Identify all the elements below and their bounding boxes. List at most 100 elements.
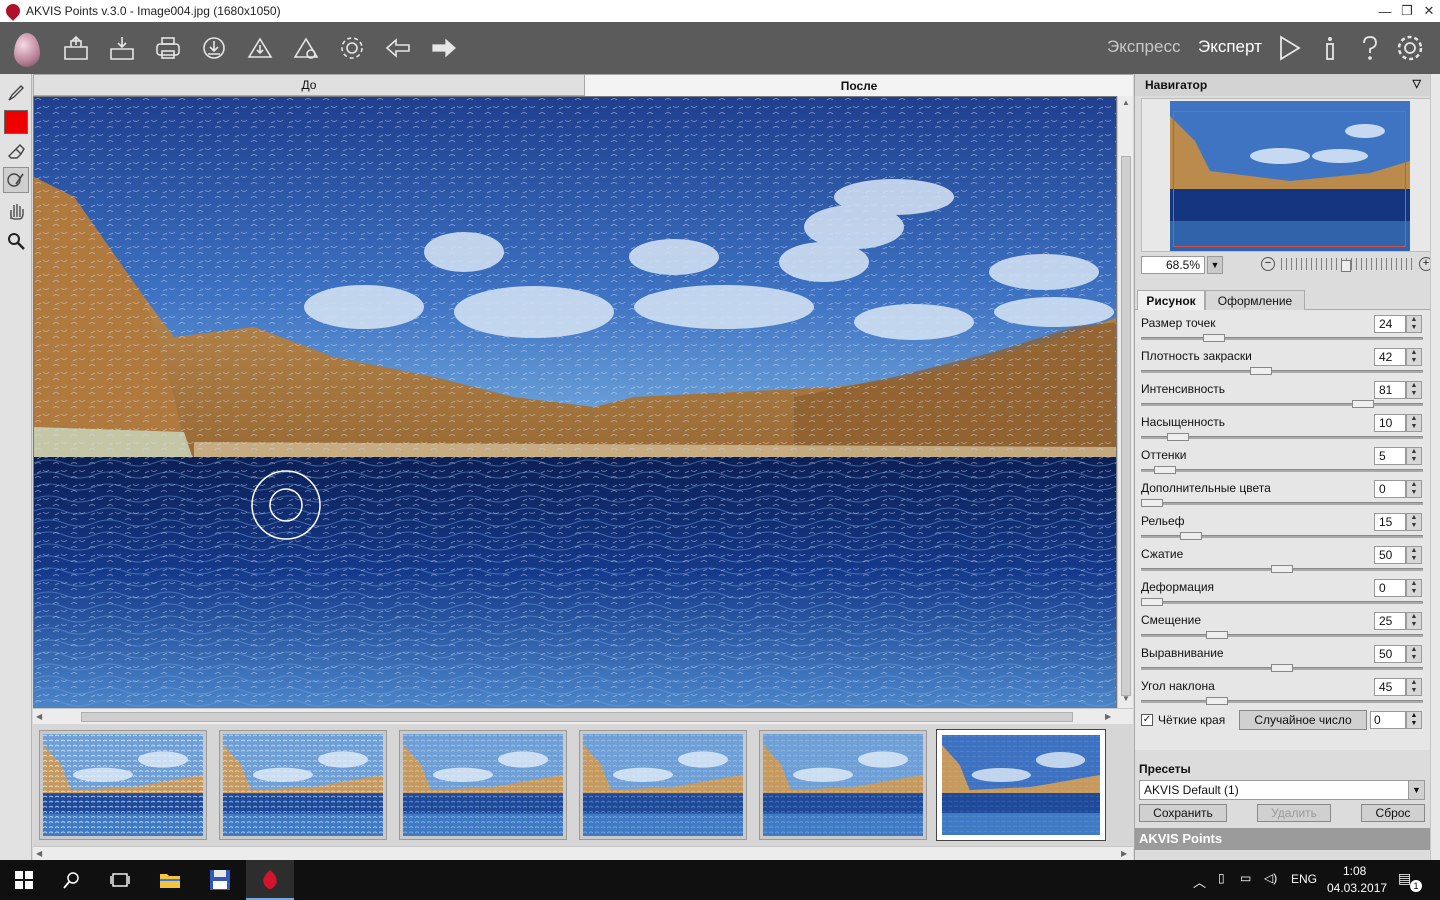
batch-settings-icon[interactable] [330, 26, 374, 70]
param-slider[interactable] [1141, 601, 1423, 604]
param-value-field[interactable]: 81 [1374, 381, 1406, 399]
akvis-points-app-icon[interactable] [246, 860, 294, 900]
param-slider[interactable] [1141, 370, 1423, 373]
navigator-view-frame[interactable] [1173, 111, 1406, 247]
param-spinner[interactable]: ▲ ▼ [1406, 315, 1422, 333]
restore-button[interactable]: ❐ [1396, 0, 1418, 22]
param-value-field[interactable]: 25 [1374, 612, 1406, 630]
zoom-icon[interactable] [3, 228, 29, 254]
param-slider-thumb[interactable] [1206, 697, 1228, 705]
navigator-preview[interactable] [1141, 98, 1433, 252]
param-value-field[interactable]: 15 [1374, 513, 1406, 531]
zoom-dropdown-icon[interactable]: ▼ [1207, 256, 1223, 274]
delete-preset-button[interactable]: Удалить [1257, 804, 1331, 822]
tray-date[interactable]: 04.03.2017 [1327, 881, 1387, 895]
strip-scrollbar[interactable]: ◀ ▶ [33, 846, 1133, 860]
param-spinner[interactable]: ▲ ▼ [1406, 546, 1422, 564]
param-value-field[interactable]: 10 [1374, 414, 1406, 432]
zoom-out-icon[interactable]: − [1261, 257, 1275, 271]
eraser-icon[interactable] [3, 138, 29, 164]
param-slider-thumb[interactable] [1141, 598, 1163, 606]
param-slider-thumb[interactable] [1351, 400, 1374, 408]
usb-device-icon[interactable]: ▯ [1218, 871, 1225, 885]
variant-thumbnail[interactable] [39, 730, 207, 840]
express-mode-button[interactable]: Экспресс [1107, 37, 1180, 57]
vertical-scroll-thumb[interactable] [1121, 156, 1131, 696]
param-slider-thumb[interactable] [1271, 565, 1293, 573]
random-seed-spinner[interactable]: ▲ ▼ [1406, 711, 1422, 729]
export-preset-icon[interactable] [284, 26, 328, 70]
param-spinner[interactable]: ▲ ▼ [1406, 612, 1422, 630]
param-slider-thumb[interactable] [1154, 466, 1176, 474]
param-spinner[interactable]: ▲ ▼ [1406, 381, 1422, 399]
reset-preset-button[interactable]: Сброс [1361, 804, 1425, 822]
variant-thumbnail[interactable] [936, 729, 1106, 841]
param-slider[interactable] [1141, 634, 1423, 637]
sharp-edges-checkbox[interactable]: ✓ [1141, 714, 1153, 726]
param-slider[interactable] [1141, 337, 1423, 340]
variant-thumbnail[interactable] [759, 730, 927, 840]
param-slider-thumb[interactable] [1250, 367, 1273, 375]
back-icon[interactable] [376, 26, 420, 70]
param-slider-thumb[interactable] [1180, 532, 1202, 540]
param-slider[interactable] [1141, 700, 1423, 703]
tab-picture[interactable]: Рисунок [1137, 290, 1205, 310]
task-view-icon[interactable] [96, 860, 144, 900]
tab-before[interactable]: До [33, 74, 585, 96]
param-value-field[interactable]: 42 [1374, 348, 1406, 366]
import-preset-icon[interactable] [238, 26, 282, 70]
run-icon[interactable] [1270, 26, 1310, 70]
forward-icon[interactable] [422, 26, 466, 70]
expert-mode-button[interactable]: Эксперт [1198, 37, 1262, 57]
tray-time[interactable]: 1:08 [1343, 864, 1366, 878]
horizontal-scroll-thumb[interactable] [81, 712, 1073, 722]
open-image-icon[interactable] [54, 26, 98, 70]
image-canvas[interactable] [33, 96, 1117, 708]
param-value-field[interactable]: 50 [1374, 645, 1406, 663]
param-slider-thumb[interactable] [1141, 499, 1163, 507]
history-brush-icon[interactable] [3, 167, 29, 193]
navigator-header[interactable]: Навигатор ▽ [1135, 74, 1431, 96]
volume-icon[interactable]: ◁) [1264, 871, 1277, 885]
param-value-field[interactable]: 24 [1374, 315, 1406, 333]
canvas-horizontal-scrollbar[interactable]: ◀ ▶ [33, 708, 1133, 724]
random-seed-button[interactable]: Случайное число [1239, 710, 1367, 730]
chevron-down-icon[interactable]: ▼ [1408, 781, 1424, 799]
collapse-icon[interactable]: ▽ [1413, 77, 1421, 90]
param-spinner[interactable]: ▲ ▼ [1406, 348, 1422, 366]
canvas-vertical-scrollbar[interactable]: ▲ ▼ [1117, 96, 1133, 708]
preferences-icon[interactable] [1390, 26, 1430, 70]
zoom-value-field[interactable]: 68.5% [1141, 256, 1205, 274]
param-spinner[interactable]: ▲ ▼ [1406, 645, 1422, 663]
param-spinner[interactable]: ▲ ▼ [1406, 480, 1422, 498]
tab-decoration[interactable]: Оформление [1205, 290, 1305, 310]
param-value-field[interactable]: 5 [1374, 447, 1406, 465]
share-icon[interactable] [192, 26, 236, 70]
param-slider[interactable] [1141, 403, 1423, 406]
network-icon[interactable]: ▭ [1240, 871, 1251, 885]
tray-chevron-up-icon[interactable]: ︿ [1193, 872, 1206, 891]
search-icon[interactable] [48, 860, 96, 900]
tray-language[interactable]: ENG [1291, 872, 1317, 886]
param-value-field[interactable]: 45 [1374, 678, 1406, 696]
info-icon[interactable] [1310, 26, 1350, 70]
variant-thumbnail[interactable] [399, 730, 567, 840]
param-spinner[interactable]: ▲ ▼ [1406, 447, 1422, 465]
panel-scrollbar[interactable] [1430, 74, 1440, 860]
param-slider[interactable] [1141, 502, 1423, 505]
random-seed-field[interactable]: 0 [1370, 711, 1406, 729]
param-spinner[interactable]: ▲ ▼ [1406, 579, 1422, 597]
file-explorer-icon[interactable] [146, 860, 194, 900]
print-icon[interactable] [146, 26, 190, 70]
param-value-field[interactable]: 0 [1374, 480, 1406, 498]
hand-icon[interactable] [3, 198, 29, 224]
param-slider-thumb[interactable] [1271, 664, 1293, 672]
minimize-button[interactable]: — [1374, 0, 1396, 22]
param-spinner[interactable]: ▲ ▼ [1406, 678, 1422, 696]
zoom-slider-thumb[interactable] [1341, 260, 1351, 272]
brush-icon[interactable] [3, 80, 29, 106]
param-slider-thumb[interactable] [1203, 334, 1226, 342]
param-spinner[interactable]: ▲ ▼ [1406, 513, 1422, 531]
param-value-field[interactable]: 0 [1374, 579, 1406, 597]
param-spinner[interactable]: ▲ ▼ [1406, 414, 1422, 432]
